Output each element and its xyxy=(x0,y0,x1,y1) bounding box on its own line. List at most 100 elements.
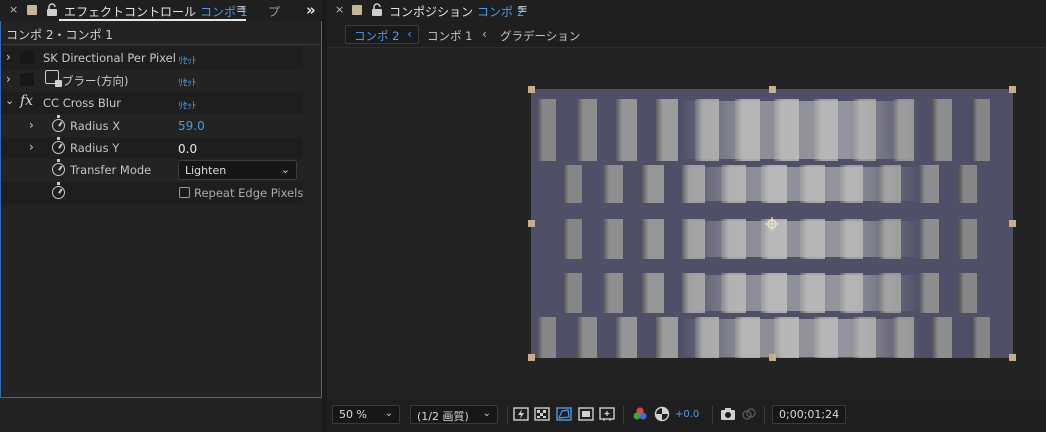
exposure-value[interactable]: +0.0 xyxy=(675,409,699,420)
effect-row-directional-blur[interactable]: › ブラー(方向) ﾘｾｯﾄ xyxy=(1,69,303,91)
reset-exposure-icon[interactable] xyxy=(654,406,670,422)
stopwatch-icon[interactable] xyxy=(52,137,65,154)
canvas-tile xyxy=(563,165,582,203)
composition-canvas[interactable] xyxy=(531,89,1013,358)
composition-tab-label: コンポジション xyxy=(389,5,474,19)
effect-name: SK Directional Per Pixel xyxy=(43,51,176,65)
reset-link[interactable]: ﾘｾｯﾄ xyxy=(178,74,197,89)
composition-tabbar: × コンポジション コンポ 2 ≡ xyxy=(327,0,1046,21)
expand-chevron-icon[interactable]: › xyxy=(29,118,34,132)
chevron-down-icon: ⌄ xyxy=(482,408,491,419)
current-time-display[interactable]: 0;00;01;24 xyxy=(772,405,846,424)
anchor-point-icon[interactable] xyxy=(765,217,779,231)
breadcrumb: コンポ 2・コンポ 1 xyxy=(6,28,113,42)
effect-controls-tab[interactable]: エフェクトコントロール コンポ 1 xyxy=(64,3,247,20)
canvas-tile xyxy=(971,317,991,358)
zoom-select[interactable]: 50 % ⌄ xyxy=(332,405,400,424)
show-snapshot-icon[interactable] xyxy=(741,406,757,422)
composition-tab[interactable]: コンポジション コンポ 2 xyxy=(389,3,524,20)
panel-menu-icon[interactable]: ≡ xyxy=(517,2,528,17)
snapshot-camera-icon[interactable] xyxy=(720,406,736,422)
subtab-comp2[interactable]: コンポ 2 ‹ xyxy=(345,25,419,44)
subtab-gradation[interactable]: グラデーション xyxy=(500,28,580,44)
viewer-footer: 50 % ⌄ (1/2 画質) ⌄ +0.0 0;00;01;24 xyxy=(327,400,1046,432)
transform-handle[interactable] xyxy=(528,354,535,361)
close-tab-icon[interactable]: × xyxy=(9,3,18,16)
canvas-tile xyxy=(602,219,623,259)
panel-menu-icon[interactable]: ≡ xyxy=(236,2,247,17)
transform-handle[interactable] xyxy=(769,86,776,93)
channel-rgb-icon[interactable] xyxy=(632,406,648,422)
canvas-tile xyxy=(958,165,977,203)
mask-visibility-icon[interactable] xyxy=(556,406,572,422)
transform-handle[interactable] xyxy=(769,354,776,361)
radius-x-value[interactable]: 59.0 xyxy=(178,119,205,133)
effect-controls-tab-label: エフェクトコントロール xyxy=(64,5,197,19)
property-row-repeat-edge[interactable]: Repeat Edge Pixels xyxy=(1,182,303,204)
reset-link[interactable]: ﾘｾｯﾄ xyxy=(178,97,197,112)
canvas-tile xyxy=(932,317,952,358)
canvas-tile xyxy=(563,273,582,313)
collapse-chevron-icon[interactable]: ⌄ xyxy=(5,94,14,107)
transform-handle[interactable] xyxy=(1009,86,1016,93)
divider xyxy=(507,406,508,424)
canvas-tile xyxy=(642,165,664,203)
property-row-radius-y[interactable]: › Radius Y 0.0 xyxy=(1,137,303,159)
expand-chevron-icon[interactable]: › xyxy=(6,72,11,86)
canvas-tile xyxy=(563,219,582,259)
zoom-value: 50 % xyxy=(339,408,367,421)
expand-chevron-icon[interactable]: › xyxy=(6,50,11,64)
transparency-grid-icon[interactable] xyxy=(534,406,550,422)
canvas-tile xyxy=(602,165,623,203)
more-panels-icon[interactable]: » xyxy=(306,1,316,19)
close-tab-icon[interactable]: × xyxy=(335,3,344,16)
transform-handle[interactable] xyxy=(1009,220,1016,227)
subtab-comp1[interactable]: コンポ 1 xyxy=(427,28,472,44)
fast-previews-icon[interactable] xyxy=(513,406,529,422)
transform-handle[interactable] xyxy=(528,220,535,227)
checkbox-label: Repeat Edge Pixels xyxy=(194,186,304,200)
divider xyxy=(764,406,765,424)
transfer-mode-select[interactable]: Lighten ⌄ xyxy=(178,160,297,180)
resolution-select[interactable]: (1/2 画質) ⌄ xyxy=(410,405,498,424)
blur-streak xyxy=(681,221,921,257)
blur-streak xyxy=(681,275,921,311)
canvas-tile xyxy=(932,99,952,161)
lock-icon[interactable] xyxy=(371,3,383,17)
panel-color-square-icon xyxy=(352,5,362,15)
divider xyxy=(712,406,713,424)
lock-icon[interactable] xyxy=(46,3,58,17)
canvas-tile xyxy=(958,273,977,313)
property-row-radius-x[interactable]: › Radius X 59.0 xyxy=(1,115,303,137)
transform-handle[interactable] xyxy=(1009,354,1016,361)
repeat-edge-checkbox[interactable] xyxy=(179,187,190,198)
grid-guides-icon[interactable] xyxy=(599,406,615,422)
canvas-tile xyxy=(655,99,679,161)
fx-icon[interactable]: fx xyxy=(20,93,33,109)
overflow-tab[interactable]: プ xyxy=(268,3,280,20)
composition-viewer[interactable] xyxy=(327,49,1046,399)
composition-panel: × コンポジション コンポ 2 ≡ コンポ 2 ‹ コンポ 1 ‹ グラデーション xyxy=(327,0,1046,432)
stopwatch-icon[interactable] xyxy=(52,159,65,176)
resolution-value: (1/2 画質) xyxy=(417,410,469,423)
chevron-down-icon: ⌄ xyxy=(384,408,393,419)
canvas-tile xyxy=(918,273,939,313)
effect-preset-icon xyxy=(45,70,62,87)
transform-handle[interactable] xyxy=(528,86,535,93)
radius-y-value[interactable]: 0.0 xyxy=(178,142,197,156)
chevron-down-icon: ⌄ xyxy=(280,163,290,176)
stopwatch-icon[interactable] xyxy=(52,115,65,132)
transfer-mode-value: Lighten xyxy=(185,164,227,177)
effect-controls-tabbar: × エフェクトコントロール コンポ 1 ≡ プ » xyxy=(0,0,322,21)
canvas-tile xyxy=(602,273,623,313)
stopwatch-icon[interactable] xyxy=(52,182,65,199)
fx-toggle[interactable] xyxy=(20,51,34,64)
canvas-tile xyxy=(971,99,991,161)
region-of-interest-icon[interactable] xyxy=(578,406,594,422)
property-row-transfer-mode[interactable]: Transfer Mode Lighten ⌄ xyxy=(1,159,303,181)
expand-chevron-icon[interactable]: › xyxy=(29,140,34,154)
fx-toggle[interactable] xyxy=(20,73,34,86)
reset-link[interactable]: ﾘｾｯﾄ xyxy=(178,52,197,67)
effect-row-cc-cross-blur[interactable]: ⌄ fx CC Cross Blur ﾘｾｯﾄ xyxy=(1,92,303,114)
effect-row-sk-directional[interactable]: › SK Directional Per Pixel ﾘｾｯﾄ xyxy=(1,47,303,69)
